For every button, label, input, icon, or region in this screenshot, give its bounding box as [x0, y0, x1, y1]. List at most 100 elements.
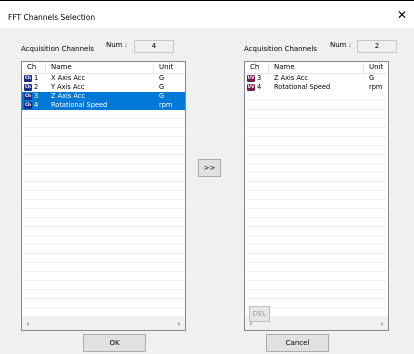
- scroll-right-arrow-icon[interactable]: ›: [174, 319, 184, 328]
- grid-line: [22, 244, 185, 245]
- grid-line: [22, 289, 185, 290]
- channel-number: 1: [34, 74, 39, 82]
- grid-line: [22, 127, 185, 128]
- cancel-button[interactable]: Cancel: [266, 334, 329, 352]
- channel-name: Z Axis Acc: [274, 74, 309, 82]
- grid-line: [245, 181, 388, 182]
- scroll-right-arrow-icon[interactable]: ›: [377, 319, 387, 328]
- grid-line: [245, 217, 388, 218]
- left-num-field: 4: [134, 40, 174, 53]
- channel-type-badge-icon: UV: [247, 75, 255, 82]
- left-section-label: Acquisition Channels: [21, 45, 94, 53]
- grid-line: [245, 298, 388, 299]
- channel-number: 4: [257, 83, 262, 91]
- ok-button[interactable]: OK: [83, 334, 146, 352]
- grid-line: [22, 199, 185, 200]
- channel-number: 3: [34, 92, 39, 100]
- scroll-left-arrow-icon[interactable]: ‹: [23, 319, 33, 328]
- grid-line: [245, 118, 388, 119]
- grid-line: [245, 226, 388, 227]
- grid-line: [22, 262, 185, 263]
- grid-line: [245, 208, 388, 209]
- grid-line: [245, 190, 388, 191]
- title-bar[interactable]: FFT Channels Selection ✕: [0, 1, 414, 27]
- channel-name: X Axis Acc: [51, 74, 86, 82]
- table-row[interactable]: UV 3 Z Axis Acc G: [245, 74, 388, 83]
- grid-line: [245, 235, 388, 236]
- grid-line: [22, 154, 185, 155]
- channel-type-badge-icon: UV: [247, 84, 255, 91]
- channel-unit: G: [159, 92, 165, 100]
- channel-unit: G: [369, 74, 375, 82]
- left-horizontal-scrollbar[interactable]: ‹ ›: [22, 317, 185, 330]
- grid-line: [245, 172, 388, 173]
- right-column-header-unit[interactable]: Unit: [364, 62, 388, 74]
- grid-line: [245, 262, 388, 263]
- grid-line: [245, 163, 388, 164]
- channel-unit: G: [159, 83, 165, 91]
- grid-line: [245, 289, 388, 290]
- channel-name: Z Axis Acc: [51, 92, 86, 100]
- table-row[interactable]: Ch 2 Y Axis Acc G: [22, 83, 185, 92]
- channel-type-badge-icon: Ch: [24, 102, 32, 109]
- grid-line: [245, 199, 388, 200]
- grid-line: [22, 280, 185, 281]
- grid-line: [245, 154, 388, 155]
- grid-line: [22, 136, 185, 137]
- channel-number: 3: [257, 74, 262, 82]
- table-row[interactable]: Ch 1 X Axis Acc G: [22, 74, 185, 83]
- grid-line: [22, 163, 185, 164]
- channel-number: 2: [34, 83, 39, 91]
- grid-line: [245, 136, 388, 137]
- grid-line: [245, 100, 388, 101]
- channel-type-badge-icon: Ch: [24, 93, 32, 100]
- grid-line: [245, 280, 388, 281]
- channel-name: Y Axis Acc: [51, 83, 85, 91]
- grid-line: [245, 253, 388, 254]
- grid-line: [245, 127, 388, 128]
- left-column-header-ch[interactable]: Ch: [22, 62, 46, 74]
- right-column-header-ch[interactable]: Ch: [245, 62, 269, 74]
- left-channel-list[interactable]: Ch Name Unit Ch 1 X Axis Acc G Ch 2 Y Axis Acc…: [21, 61, 186, 331]
- right-num-label: Num :: [330, 41, 352, 49]
- close-icon[interactable]: ✕: [397, 9, 407, 21]
- table-row[interactable]: UV 4 Rotational Speed rpm: [245, 83, 388, 92]
- grid-line: [22, 190, 185, 191]
- left-column-header-unit[interactable]: Unit: [154, 62, 185, 74]
- delete-channel-button[interactable]: DEL: [249, 306, 270, 322]
- right-channel-list[interactable]: Ch Name Unit UV 3 Z Axis Acc G UV 4 Rotational…: [244, 61, 389, 331]
- add-channels-button[interactable]: >>: [198, 159, 221, 177]
- channel-unit: rpm: [159, 101, 173, 109]
- grid-line: [22, 271, 185, 272]
- grid-line: [22, 307, 185, 308]
- grid-line: [22, 217, 185, 218]
- channel-type-badge-icon: Ch: [24, 75, 32, 82]
- left-num-label: Num :: [106, 41, 128, 49]
- channel-name: Rotational Speed: [51, 101, 108, 109]
- right-section-label: Acquisition Channels: [244, 45, 317, 53]
- grid-line: [22, 181, 185, 182]
- channel-unit: rpm: [369, 83, 383, 91]
- fft-channels-dialog: FFT Channels Selection ✕ Acquisition Cha…: [0, 0, 414, 354]
- grid-line: [245, 109, 388, 110]
- grid-line: [22, 226, 185, 227]
- right-num-field: 2: [357, 40, 397, 53]
- grid-line: [245, 271, 388, 272]
- grid-line: [22, 145, 185, 146]
- channel-type-badge-icon: Ch: [24, 84, 32, 91]
- left-column-header-name[interactable]: Name: [46, 62, 154, 74]
- channel-unit: G: [159, 74, 165, 82]
- table-row[interactable]: Ch 3 Z Axis Acc G: [22, 92, 185, 101]
- channel-number: 4: [34, 101, 39, 109]
- grid-line: [22, 172, 185, 173]
- dialog-title: FFT Channels Selection: [8, 13, 96, 22]
- grid-line: [245, 244, 388, 245]
- grid-line: [22, 298, 185, 299]
- grid-line: [22, 235, 185, 236]
- grid-line: [22, 253, 185, 254]
- dialog-body: Acquisition Channels Num : 4 Ch Name Uni…: [0, 28, 414, 354]
- table-row[interactable]: Ch 4 Rotational Speed rpm: [22, 101, 185, 110]
- grid-line: [245, 145, 388, 146]
- grid-line: [22, 118, 185, 119]
- right-column-header-name[interactable]: Name: [269, 62, 364, 74]
